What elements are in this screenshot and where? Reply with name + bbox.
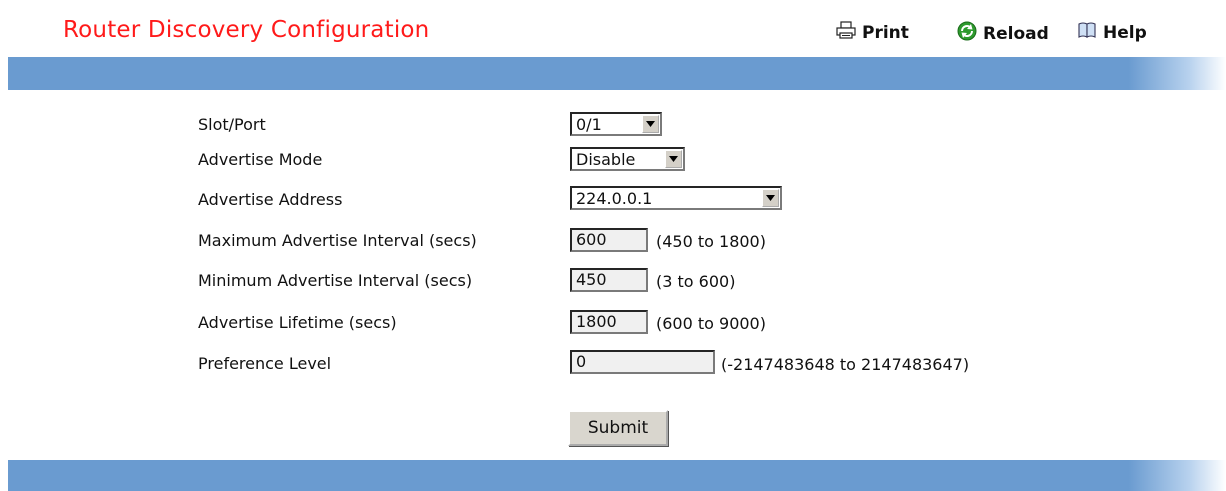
min-interval-range: (3 to 600) [656,272,736,291]
min-interval-input[interactable]: 450 [570,268,648,292]
slot-port-label: Slot/Port [198,115,266,134]
lifetime-input[interactable]: 1800 [570,310,648,334]
max-interval-label: Maximum Advertise Interval (secs) [198,231,477,250]
min-interval-label: Minimum Advertise Interval (secs) [198,271,473,290]
help-button[interactable]: Help [1077,21,1147,44]
print-label: Print [862,22,909,43]
advertise-mode-select[interactable]: Disable [570,147,685,171]
chevron-down-icon[interactable] [762,189,779,207]
submit-button[interactable]: Submit [568,410,668,446]
max-interval-range: (450 to 1800) [656,232,766,251]
help-label: Help [1103,22,1147,43]
preference-input[interactable]: 0 [570,350,715,374]
chevron-down-icon[interactable] [642,115,659,133]
help-book-icon [1077,21,1097,44]
preference-range: (-2147483648 to 2147483647) [721,355,970,374]
advertise-mode-label: Advertise Mode [198,150,323,169]
reload-icon [957,21,977,46]
max-interval-input[interactable]: 600 [570,228,648,252]
advertise-mode-value: Disable [576,149,636,169]
header-bar [8,57,1226,90]
lifetime-label: Advertise Lifetime (secs) [198,313,397,332]
printer-icon [836,21,856,44]
print-button[interactable]: Print [836,21,909,44]
slot-port-select[interactable]: 0/1 [570,112,662,136]
chevron-down-icon[interactable] [665,150,682,168]
slot-port-value: 0/1 [576,114,602,134]
footer-bar [8,460,1226,491]
advertise-address-select[interactable]: 224.0.0.1 [570,186,782,210]
reload-button[interactable]: Reload [957,21,1049,46]
advertise-address-value: 224.0.0.1 [576,188,653,208]
reload-label: Reload [983,23,1049,44]
preference-label: Preference Level [198,354,332,373]
page-title: Router Discovery Configuration [63,17,430,43]
advertise-address-label: Advertise Address [198,190,343,209]
lifetime-range: (600 to 9000) [656,314,766,333]
